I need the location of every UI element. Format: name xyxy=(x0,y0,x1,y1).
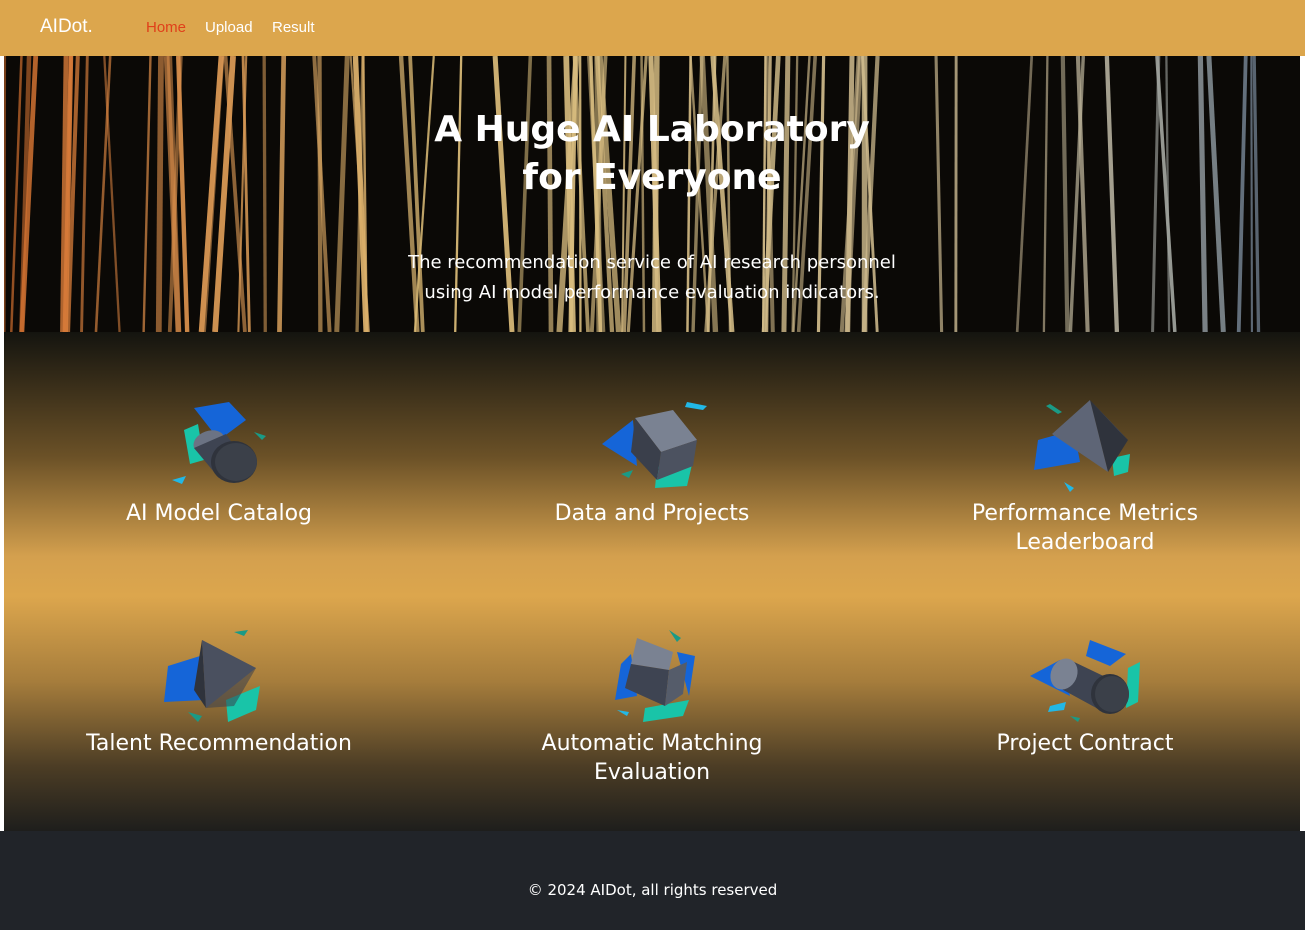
pyramid-icon xyxy=(164,630,260,722)
cube-icon xyxy=(602,402,707,488)
hero-title-line2: for Everyone xyxy=(522,157,782,198)
cylinder-icon xyxy=(172,402,266,484)
top-navbar: AIDot. Home Upload Result xyxy=(0,0,1305,56)
feature-ai-model-catalog[interactable]: AI Model Catalog xyxy=(4,400,434,528)
hero-title: A Huge AI Laboratory for Everyone xyxy=(4,106,1300,202)
feature-title-line1: Automatic Matching xyxy=(541,731,763,756)
hero-title-line1: A Huge AI Laboratory xyxy=(434,109,870,150)
feature-project-contract[interactable]: Project Contract xyxy=(870,630,1300,758)
feature-title: Performance Metrics Leaderboard xyxy=(870,499,1300,557)
feature-title: Project Contract xyxy=(996,731,1174,756)
features-section: AI Model Catalog Data and Projects Perfo… xyxy=(4,332,1300,831)
nav-link-result[interactable]: Result xyxy=(272,19,315,36)
pyramid-icon xyxy=(1034,400,1130,492)
feature-performance-metrics-leaderboard[interactable]: Performance Metrics Leaderboard xyxy=(870,400,1300,557)
feature-title-line2: Leaderboard xyxy=(1015,530,1155,555)
hero-subtitle: The recommendation service of AI researc… xyxy=(4,248,1300,308)
feature-title: Automatic Matching Evaluation xyxy=(437,729,867,787)
hero-subtitle-line2: using AI model performance evaluation in… xyxy=(424,282,880,303)
nav-link-upload[interactable]: Upload xyxy=(205,19,253,36)
hero-subtitle-line1: The recommendation service of AI researc… xyxy=(408,252,896,273)
cylinder-icon xyxy=(1030,640,1140,722)
feature-automatic-matching-evaluation[interactable]: Automatic Matching Evaluation xyxy=(437,630,867,787)
page-footer: © 2024 AIDot, all rights reserved xyxy=(0,831,1305,930)
nav-link-home[interactable]: Home xyxy=(146,19,186,36)
feature-title: AI Model Catalog xyxy=(125,501,313,526)
cube-icon xyxy=(615,630,695,722)
feature-title: Data and Projects xyxy=(554,501,750,526)
brand-logo[interactable]: AIDot. xyxy=(40,16,93,38)
feature-data-and-projects[interactable]: Data and Projects xyxy=(437,400,867,528)
hero-banner: A Huge AI Laboratory for Everyone The re… xyxy=(4,56,1300,332)
feature-title: Talent Recommendation xyxy=(86,731,352,756)
feature-talent-recommendation[interactable]: Talent Recommendation xyxy=(4,630,434,758)
copyright-text: © 2024 AIDot, all rights reserved xyxy=(527,881,778,899)
feature-title-line1: Performance Metrics xyxy=(971,501,1199,526)
feature-title-line2: Evaluation xyxy=(593,760,711,785)
